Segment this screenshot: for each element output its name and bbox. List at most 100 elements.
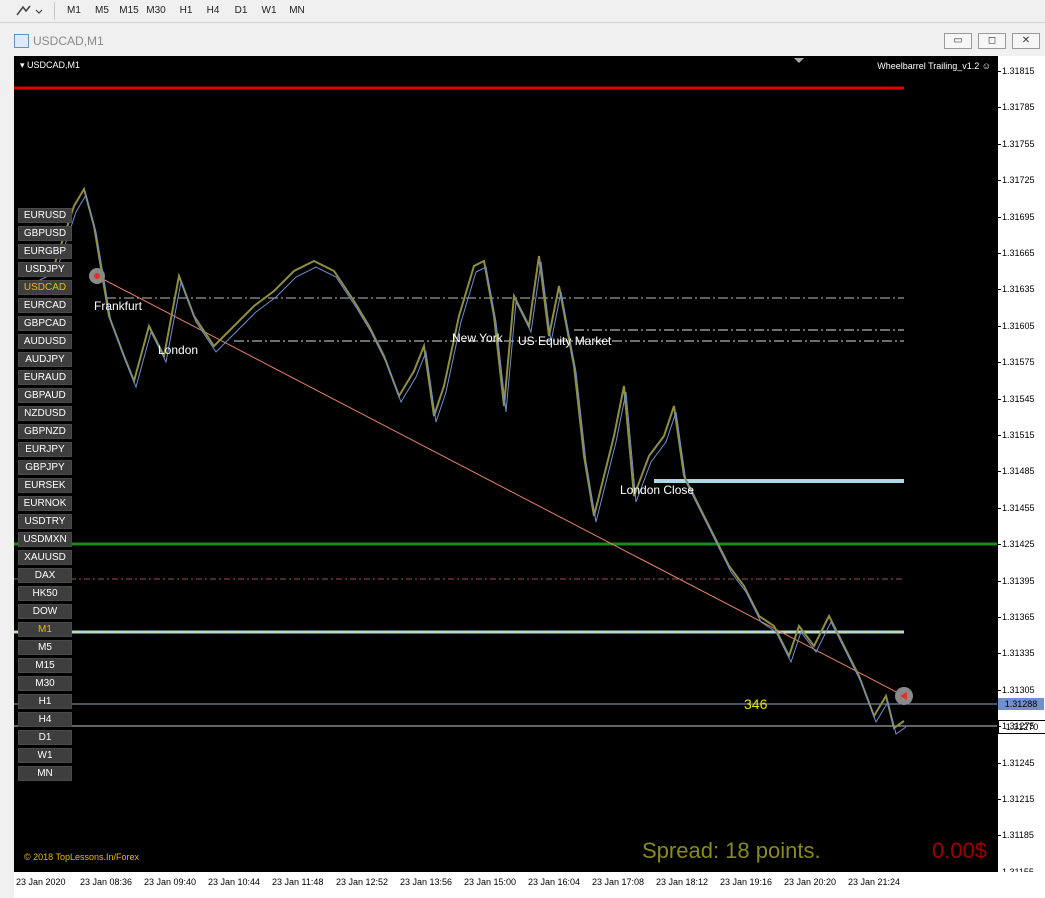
price-tick-label: 1.31515 [1002,430,1035,440]
toolbar-tf-m1[interactable]: M1 [62,3,86,19]
symbol-button-nzdusd[interactable]: NZDUSD [18,406,72,421]
session-label-us-equity: US Equity Market [518,334,612,348]
minimize-icon: ▭ [953,35,963,46]
session-label-frankfurt: Frankfurt [94,299,143,313]
expert-advisor-label: Wheelbarrel Trailing_v1.2 ☺ [877,61,991,71]
timeframe-button-w1[interactable]: W1 [18,748,72,763]
symbol-button-gbpjpy[interactable]: GBPJPY [18,460,72,475]
price-tick-label: 1.31215 [1002,794,1035,804]
price-tick-mark [998,325,1001,327]
symbol-button-list: EURUSD GBPUSD EURGBP USDJPY USDCAD EURCAD GBPC… [18,208,72,658]
time-tick-label: 23 Jan 16:04 [528,877,581,887]
symbol-button-dow[interactable]: DOW [18,604,72,619]
symbol-button-eurnok[interactable]: EURNOK [18,496,72,511]
price-tick-mark [998,143,1001,145]
price-tick-label: 1.31665 [1002,248,1035,258]
time-tick-label: 23 Jan 21:24 [848,877,901,887]
chart-window-titlebar: USDCAD,M1 ▭ ◻ ✕ [8,30,1045,52]
minimize-button[interactable]: ▭ [944,33,972,49]
symbol-button-eurcad[interactable]: EURCAD [18,298,72,313]
toolbar-tf-d1[interactable]: D1 [229,3,253,19]
timeframe-button-h1[interactable]: H1 [18,694,72,709]
symbol-button-eursek[interactable]: EURSEK [18,478,72,493]
price-series-a [33,186,905,730]
symbol-button-hk50[interactable]: HK50 [18,586,72,601]
time-axis[interactable]: 23 Jan 2020 23 Jan 08:36 23 Jan 09:40 23 Ja… [14,872,1045,898]
toolbar-tf-m5[interactable]: M5 [90,3,114,19]
price-tick-mark [998,507,1001,509]
price-tick-label: 1.31575 [1002,357,1035,368]
symbol-button-euraud[interactable]: EURAUD [18,370,72,385]
symbol-button-gbpusd[interactable]: GBPUSD [18,226,72,241]
symbol-button-gbpnzd[interactable]: GBPNZD [18,424,72,439]
symbol-button-audusd[interactable]: AUDUSD [18,334,72,349]
symbol-button-eurgbp[interactable]: EURGBP [18,244,72,259]
symbol-button-usdtry[interactable]: USDTRY [18,514,72,529]
price-tick-mark [998,289,1001,291]
symbol-button-usdjpy[interactable]: USDJPY [18,262,72,277]
timeframe-button-m30[interactable]: M30 [18,676,72,691]
toolbar-tf-w1[interactable]: W1 [257,3,281,19]
timeframe-button-mn[interactable]: MN [18,766,72,781]
time-tick-label: 23 Jan 20:20 [784,877,837,887]
expert-advisor-name: Wheelbarrel Trailing_v1.2 [877,61,980,71]
trend-anchor-start-dot [94,273,100,279]
symbol-button-usdcad[interactable]: USDCAD [18,280,72,295]
time-tick-label: 23 Jan 19:16 [720,877,773,887]
price-tick-mark [998,689,1001,691]
symbol-button-gbpcad[interactable]: GBPCAD [18,316,72,331]
timeframe-button-m1[interactable]: M1 [18,622,72,637]
session-label-london-close: London Close [620,483,695,497]
price-tick-mark [998,799,1001,800]
price-tick-label: 1.31605 [1002,320,1035,331]
timeframe-button-h4[interactable]: H4 [18,712,72,727]
price-tick-mark [998,180,1001,182]
symbol-button-gbpaud[interactable]: GBPAUD [18,388,72,403]
price-tick-label: 1.31245 [1002,757,1035,768]
chart-window-icon [14,34,29,48]
close-button[interactable]: ✕ [1012,33,1040,49]
price-tick-mark [998,253,1001,254]
price-tick-mark [998,107,1001,109]
chart-window-title: USDCAD,M1 [33,34,104,48]
toolbar-separator [54,2,55,20]
copyright-text: © 2018 TopLessons.In/Forex [24,852,140,862]
time-tick-label: 23 Jan 11:48 [272,877,324,887]
drawing-tools-icon[interactable] [14,3,44,19]
timeframe-button-m15[interactable]: M15 [18,658,72,673]
timeframe-button-d1[interactable]: D1 [18,730,72,745]
toolbar-tf-m30[interactable]: M30 [144,3,168,19]
symbol-button-usdmxn[interactable]: USDMXN [18,532,72,547]
price-tick-label: 1.31815 [1002,66,1035,76]
price-tick-mark [998,653,1001,655]
symbol-button-dax[interactable]: DAX [18,568,72,583]
maximize-button[interactable]: ◻ [978,33,1006,49]
bar-count-label: 346 [744,696,768,712]
price-axis[interactable]: 1.31288 1.31270 1.31815 1.31785 1.31755 1.3… [997,56,1045,877]
price-tick-label: 1.31455 [1002,502,1035,513]
maximize-icon: ◻ [987,35,997,46]
price-tick-label: 1.31725 [1002,175,1035,186]
symbol-button-eurjpy[interactable]: EURJPY [18,442,72,457]
price-tick-mark [998,544,1001,546]
price-tick-label: 1.31485 [1002,466,1035,477]
price-chart[interactable]: ▾ USDCAD,M1 Wheelbarrel Trailing_v1.2 ☺ … [14,56,997,872]
toolbar-tf-mn[interactable]: MN [285,3,309,19]
toolbar-tf-h4[interactable]: H4 [201,3,225,19]
time-tick-label: 23 Jan 12:52 [336,877,389,887]
symbol-button-xauusd[interactable]: XAUUSD [18,550,72,565]
price-tick-mark [998,216,1001,218]
toolbar-tf-h1[interactable]: H1 [174,3,198,19]
timeframe-button-list: M1 M5 M15 M30 H1 H4 D1 W1 MN [18,622,72,784]
symbol-button-eurusd[interactable]: EURUSD [18,208,72,223]
symbol-button-audjpy[interactable]: AUDJPY [18,352,72,367]
price-tick-label: 1.31335 [1002,648,1035,659]
ask-price-badge: 1.31288 [998,698,1044,710]
price-tick-mark [998,835,1001,837]
price-tick-mark [998,617,1001,618]
dropdown-triangle-icon[interactable]: ▾ [20,60,25,70]
toolbar-tf-m15[interactable]: M15 [117,3,141,19]
price-tick-label: 1.31185 [1002,830,1034,841]
price-tick-label: 1.31425 [1002,539,1035,550]
timeframe-button-m5[interactable]: M5 [18,640,72,655]
